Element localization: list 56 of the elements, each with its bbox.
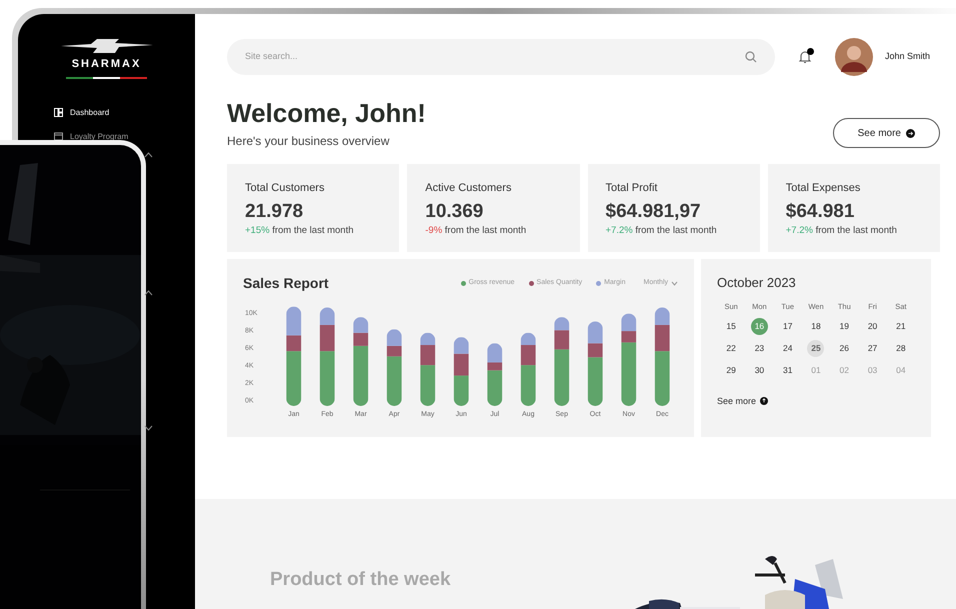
calendar-day[interactable]: 19 (836, 318, 853, 335)
stat-change: +15% from the last month (245, 224, 355, 238)
calendar-day[interactable]: 18 (807, 318, 824, 335)
stat-value: 10.369 (425, 200, 484, 224)
chevron-icon[interactable] (144, 152, 153, 158)
stat-change: +7.2% from the last month (786, 224, 898, 238)
bar-segment (454, 376, 469, 406)
search-input[interactable]: Site search... (245, 50, 745, 64)
bar-segment (454, 354, 469, 376)
calendar-day[interactable]: 20 (864, 318, 882, 335)
arrow-icon (760, 397, 768, 406)
card-title: Sales Report (243, 274, 329, 293)
stat-change: -9% from the last month (425, 224, 528, 238)
sidebar-item[interactable]: Loyalty Program (54, 130, 195, 142)
arrow-icon (906, 128, 915, 138)
calendar-day[interactable]: 15 (722, 318, 740, 335)
calendar-day[interactable]: 17 (779, 318, 796, 335)
calendar-day[interactable]: 29 (722, 362, 740, 379)
user-name: John Smith (885, 50, 930, 64)
calendar-day[interactable]: 26 (836, 340, 853, 357)
stat-value: $64.981 (786, 200, 856, 224)
stat-value: $64.981,97 (606, 200, 702, 224)
bar-segment (353, 317, 368, 333)
calendar-day[interactable]: 31 (779, 362, 796, 379)
page-subtitle: Here's your business overview (227, 133, 390, 150)
search-field[interactable]: Site search... (227, 39, 775, 75)
avatar[interactable] (835, 38, 873, 76)
calendar-day[interactable]: 27 (864, 340, 882, 357)
card-icon (54, 132, 63, 141)
grid-icon (54, 108, 63, 117)
calendar-day[interactable]: 22 (722, 340, 740, 357)
stat-value: 21.978 (245, 200, 304, 224)
page-title: Welcome, John! (227, 98, 426, 128)
calendar-title: October 2023 (717, 274, 797, 292)
calendar-day[interactable]: 21 (892, 318, 910, 335)
bar-segment (454, 337, 469, 354)
stat-change: +7.2% from the last month (606, 224, 718, 238)
calendar-day[interactable]: 28 (892, 340, 910, 357)
stat-label: Active Customers (425, 181, 512, 196)
see-more-link[interactable]: See more (717, 394, 768, 408)
section-heading: Product of the week (270, 568, 451, 592)
stat-label: Total Profit (606, 181, 658, 196)
calendar-day[interactable]: 30 (750, 362, 768, 379)
calendar-day[interactable]: 23 (750, 340, 768, 357)
search-icon (745, 51, 757, 63)
bell-icon (798, 50, 812, 64)
see-more-button[interactable]: See more (832, 118, 940, 148)
calendar-day[interactable]: 25 (807, 340, 824, 357)
chevron-icon[interactable] (144, 290, 153, 296)
brand-name: SHARMAX (72, 57, 142, 72)
calendar-day[interactable]: 24 (779, 340, 796, 357)
stat-label: Total Customers (245, 181, 326, 196)
sidebar-item[interactable]: Dashboard (54, 106, 195, 118)
chevron-icon (671, 281, 678, 286)
chevron-icon[interactable] (144, 425, 153, 431)
stat-label: Total Expenses (786, 181, 862, 196)
